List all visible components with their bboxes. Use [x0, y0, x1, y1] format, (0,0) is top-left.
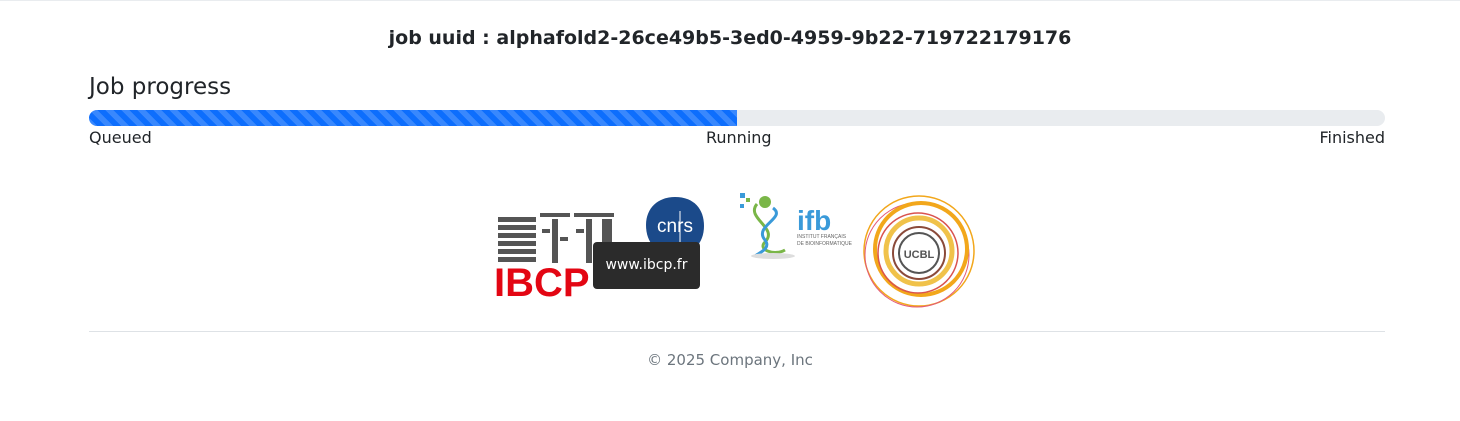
footer-divider: [89, 331, 1385, 332]
stage-queued-label: Queued: [89, 128, 152, 147]
ucbl-logo[interactable]: UCBL: [861, 191, 979, 315]
progress-title: Job progress: [89, 74, 232, 100]
job-uuid-heading: job uuid : alphafold2-26ce49b5-3ed0-4959…: [0, 26, 1460, 50]
ucbl-rings-icon: UCBL: [863, 195, 975, 308]
job-uuid-value: alphafold2-26ce49b5-3ed0-4959-9b22-71972…: [496, 27, 1072, 49]
job-progress-fill: [89, 110, 737, 126]
stage-finished-label: Finished: [1319, 128, 1385, 147]
ibcp-logo-text: IBCP: [494, 261, 590, 299]
ifb-logo-sub2: DE BIOINFORMATIQUE: [797, 241, 853, 247]
ibcp-link-tooltip: www.ibcp.fr: [593, 242, 700, 289]
cnrs-logo-text: cnrs: [657, 216, 693, 237]
top-border: [0, 0, 1460, 1]
ifb-logo[interactable]: ifb INSTITUT FRANÇAIS DE BIOINFORMATIQUE: [735, 190, 860, 262]
job-uuid-label: job uuid :: [388, 27, 490, 49]
ifb-logo-sub1: INSTITUT FRANÇAIS: [797, 234, 847, 240]
ucbl-logo-text: UCBL: [904, 249, 935, 261]
stage-running-label: Running: [706, 128, 772, 147]
ifb-dna-icon: ifb INSTITUT FRANÇAIS DE BIOINFORMATIQUE: [740, 193, 853, 259]
footer-copyright: © 2025 Company, Inc: [647, 351, 813, 369]
ifb-logo-text: ifb: [797, 205, 831, 236]
job-progress-bar: [89, 110, 1385, 126]
